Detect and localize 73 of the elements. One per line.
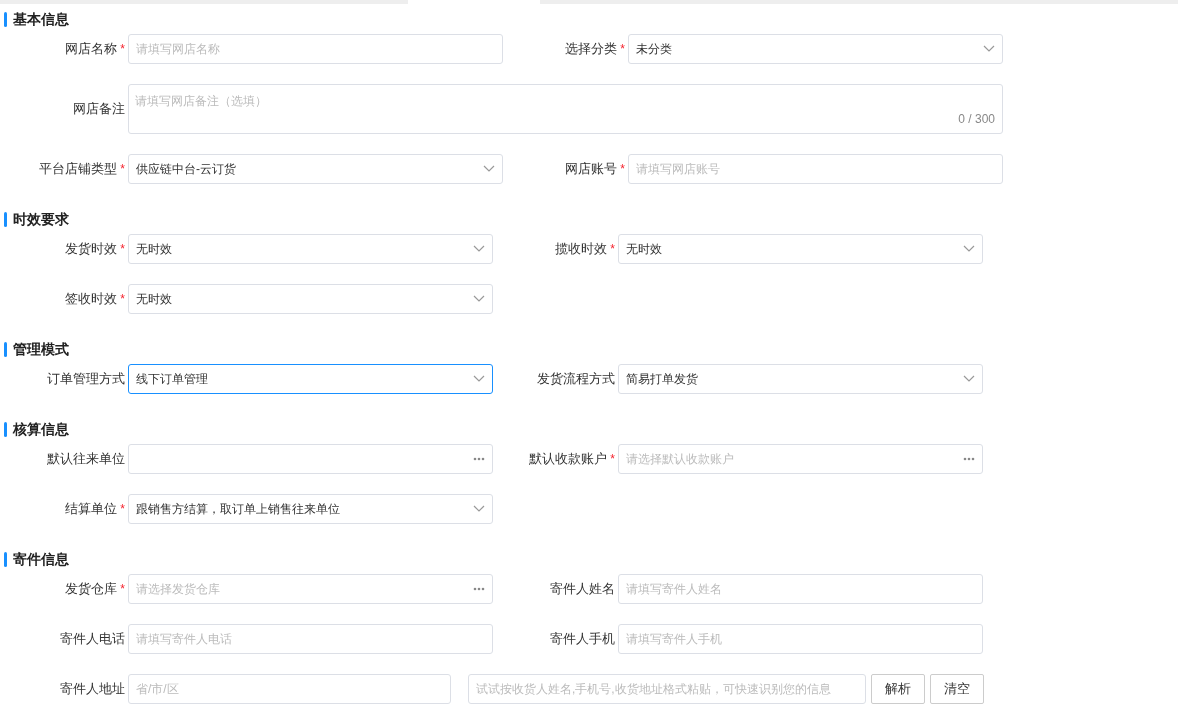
field-label: 默认收款账户	[529, 450, 608, 468]
required-mark: *	[120, 242, 125, 256]
select-field[interactable]: 线下订单管理	[128, 364, 493, 394]
select-field[interactable]: 跟销售方结算，取订单上销售往来单位	[128, 494, 493, 524]
field-label: 发货仓库	[65, 580, 118, 598]
required-mark: *	[620, 42, 625, 56]
select-field[interactable]: 供应链中台-云订货	[128, 154, 503, 184]
text-field[interactable]: 请填写网店名称	[128, 34, 503, 64]
field-label: 寄件人手机	[550, 630, 615, 648]
required-mark: *	[120, 42, 125, 56]
required-mark: *	[610, 242, 615, 256]
select-field[interactable]: 无时效	[128, 284, 493, 314]
chevron-down-icon	[473, 375, 485, 383]
paste-field[interactable]: 试试按收货人姓名,手机号,收货地址格式粘贴，可快速识别您的信息	[468, 674, 866, 704]
field-label: 发货时效	[65, 240, 118, 258]
field-label: 默认往来单位	[47, 450, 125, 468]
required-mark: *	[120, 292, 125, 306]
chevron-down-icon	[473, 295, 485, 303]
action-button[interactable]: 清空	[930, 674, 984, 704]
select-value: 无时效	[136, 240, 173, 258]
placeholder-text: 请选择发货仓库	[136, 580, 221, 598]
field-label: 平台店铺类型	[39, 160, 118, 178]
text-field[interactable]: 请填写寄件人手机	[618, 624, 983, 654]
chevron-down-icon	[483, 165, 495, 173]
required-mark: *	[620, 162, 625, 176]
field-label: 签收时效	[65, 290, 118, 308]
action-button[interactable]: 解析	[871, 674, 925, 704]
select-value: 跟销售方结算，取订单上销售往来单位	[136, 500, 341, 518]
select-value: 线下订单管理	[136, 370, 209, 388]
field-label: 发货流程方式	[537, 370, 615, 388]
placeholder-text: 请选择默认收款账户	[626, 450, 735, 468]
required-mark: *	[610, 452, 615, 466]
chevron-down-icon	[983, 45, 995, 53]
section-title: 时效要求	[0, 211, 1178, 227]
section-title: 核算信息	[0, 421, 1178, 437]
field-label: 结算单位	[65, 500, 118, 518]
text-field[interactable]: 请填写网店账号	[628, 154, 1003, 184]
field-label: 寄件人地址	[60, 680, 125, 698]
text-field[interactable]: 请填写寄件人电话	[128, 624, 493, 654]
field-label: 网店账号	[565, 160, 618, 178]
select-value: 供应链中台-云订货	[136, 160, 237, 178]
section-title: 管理模式	[0, 341, 1178, 357]
select-value: 无时效	[626, 240, 663, 258]
select-value: 简易打单发货	[626, 370, 699, 388]
select-field[interactable]: 简易打单发货	[618, 364, 983, 394]
field-label: 寄件人电话	[60, 630, 125, 648]
required-mark: *	[120, 162, 125, 176]
select-value: 无时效	[136, 290, 173, 308]
chevron-down-icon	[473, 245, 485, 253]
more-icon	[473, 587, 485, 591]
required-mark: *	[120, 502, 125, 516]
section-title: 寄件信息	[0, 551, 1178, 567]
select-field[interactable]: 未分类	[628, 34, 1003, 64]
field-label: 寄件人姓名	[550, 580, 615, 598]
chevron-down-icon	[963, 375, 975, 383]
char-counter: 0 / 300	[958, 112, 995, 126]
field-label: 揽收时效	[555, 240, 608, 258]
more-icon	[963, 457, 975, 461]
more-icon	[473, 457, 485, 461]
region-field[interactable]: 省/市/区	[128, 674, 451, 704]
chevron-down-icon	[963, 245, 975, 253]
chevron-down-icon	[473, 505, 485, 513]
picker-field[interactable]	[128, 444, 493, 474]
section-title: 基本信息	[0, 11, 1178, 27]
select-value: 未分类	[636, 40, 673, 58]
field-label: 网店备注	[73, 100, 125, 118]
field-label: 网店名称	[65, 40, 118, 58]
required-mark: *	[120, 582, 125, 596]
select-field[interactable]: 无时效	[618, 234, 983, 264]
text-field[interactable]: 请填写寄件人姓名	[618, 574, 983, 604]
select-field[interactable]: 无时效	[128, 234, 493, 264]
field-label: 选择分类	[565, 40, 618, 58]
field-label: 订单管理方式	[47, 370, 125, 388]
